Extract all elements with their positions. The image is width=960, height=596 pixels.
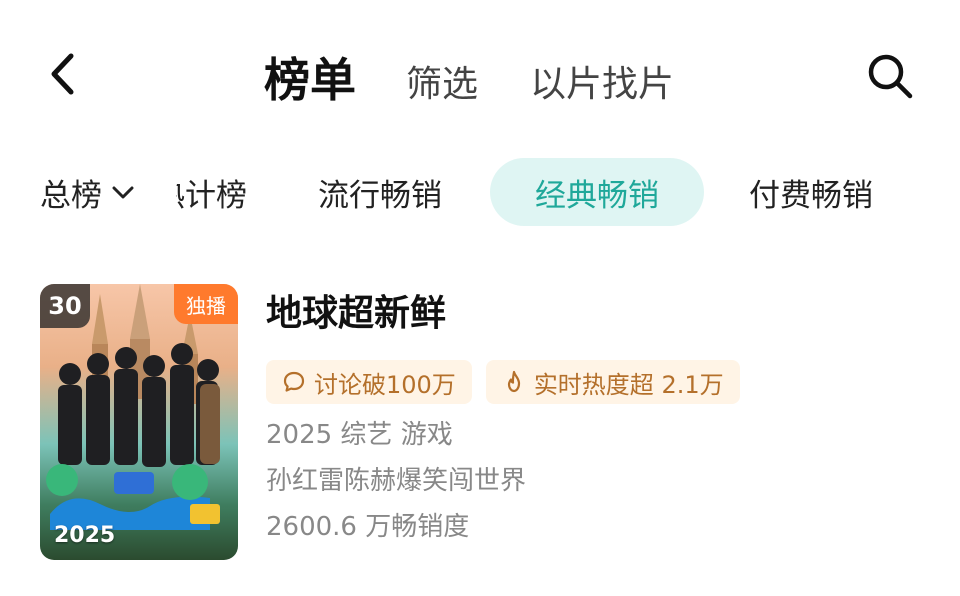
rank-type-label: 总榜 — [40, 178, 102, 214]
category-filter-row: 总榜 热计榜 流行畅销 经典畅销 付费畅销 — [0, 156, 960, 228]
rank-type-dropdown[interactable]: 总榜 — [40, 170, 134, 215]
chip-paid-bestseller[interactable]: 付费畅销 — [726, 158, 896, 226]
chip-classic-bestseller[interactable]: 经典畅销 — [490, 158, 704, 226]
item-description: 孙红雷陈赫爆笑闯世界 — [266, 466, 527, 496]
exclusive-badge: 独播 — [174, 284, 238, 324]
tab-find-by-clip[interactable]: 以片找片 — [530, 55, 674, 107]
top-nav-bar: 榜单 筛选 以片找片 — [0, 0, 960, 150]
chip-popular-bestseller[interactable]: 流行畅销 — [296, 158, 464, 226]
discussion-tag-text: 讨论破100万 — [314, 370, 456, 399]
tab-ranking[interactable]: 榜单 — [264, 44, 356, 110]
poster-year: 2025 — [54, 523, 116, 548]
item-info: 地球超新鲜 讨论破100万 实时热度超 2.1万 2025 综艺 游戏 孙红雷陈… — [266, 284, 926, 544]
item-title[interactable]: 地球超新鲜 — [266, 284, 926, 344]
discussion-tag: 讨论破100万 — [266, 360, 472, 404]
tab-filter[interactable]: 筛选 — [406, 55, 478, 107]
chip-hot-rank[interactable]: 热计榜 — [176, 158, 246, 226]
heat-tag: 实时热度超 2.1万 — [485, 360, 740, 404]
poster-image[interactable]: 30 独播 2025 — [40, 284, 238, 560]
search-icon — [868, 54, 913, 99]
item-sales: 2600.6 万畅销度 — [266, 512, 470, 542]
back-button[interactable] — [40, 50, 84, 98]
chevron-down-icon — [112, 186, 134, 200]
chat-bubble-icon — [282, 370, 306, 394]
search-button[interactable] — [864, 50, 916, 102]
item-tags: 讨论破100万 实时热度超 2.1万 — [266, 360, 926, 404]
rank-badge: 30 — [40, 284, 90, 328]
item-year-genre: 2025 综艺 游戏 — [266, 420, 453, 450]
nav-tabs: 榜单 筛选 以片找片 — [264, 44, 726, 110]
list-item[interactable]: 30 独播 2025 地球超新鲜 讨论破100万 实时热度超 2.1万 2025… — [0, 284, 960, 564]
chevron-left-icon — [51, 53, 74, 95]
flame-icon — [502, 370, 526, 394]
heat-tag-text: 实时热度超 2.1万 — [533, 370, 724, 399]
